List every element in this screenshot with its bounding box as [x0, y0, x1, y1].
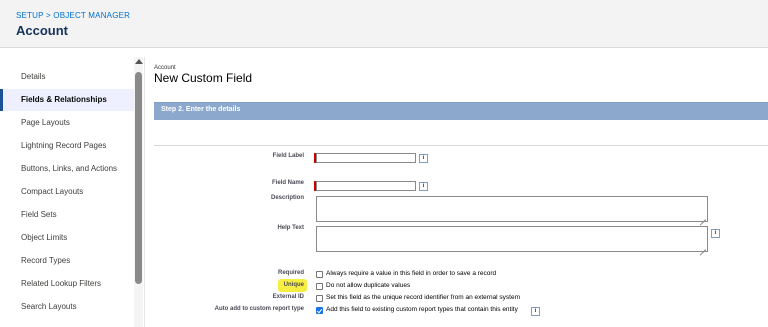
sidebar-item-field-sets[interactable]: Field Sets [0, 204, 134, 226]
external-id-label: External ID [272, 294, 304, 300]
external-id-option-text: Set this field as the unique record iden… [326, 294, 521, 301]
field-label-input[interactable] [316, 153, 416, 163]
info-icon[interactable]: i [419, 182, 428, 191]
info-icon[interactable]: i [531, 307, 540, 316]
breadcrumb: SETUP > OBJECT MANAGER [16, 11, 130, 20]
section-divider [154, 145, 768, 146]
auto-add-report-type-option-text: Add this field to existing custom report… [326, 306, 518, 313]
sidebar-item-details[interactable]: Details [0, 66, 134, 88]
field-name-label: Field Name [271, 180, 304, 186]
breadcrumb-object-manager-link[interactable]: OBJECT MANAGER [53, 11, 130, 20]
sidebar-item-page-layouts[interactable]: Page Layouts [0, 112, 134, 134]
sidebar-item-record-types[interactable]: Record Types [0, 250, 134, 272]
resize-handle-icon[interactable] [699, 213, 706, 220]
sidebar-item-related-lookup-filters[interactable]: Related Lookup Filters [0, 273, 134, 295]
sidebar-scrollbar-thumb[interactable] [135, 72, 142, 284]
field-label-label: Field Label [272, 153, 304, 159]
unique-option-text: Do not allow duplicate values [326, 282, 411, 289]
page-title: New Custom Field [154, 71, 253, 85]
help-text-textarea[interactable] [316, 226, 708, 252]
required-label: Required [277, 270, 304, 276]
resize-handle-icon[interactable] [699, 243, 706, 250]
unique-checkbox[interactable] [316, 283, 323, 290]
step-header-bar [154, 102, 768, 120]
sidebar-item-object-limits[interactable]: Object Limits [0, 227, 134, 249]
main-content [147, 57, 768, 327]
description-label: Description [270, 195, 304, 201]
field-name-input[interactable] [316, 181, 416, 191]
auto-add-report-type-label: Auto add to custom report type [214, 306, 304, 312]
sidebar-item-compact-layouts[interactable]: Compact Layouts [0, 181, 134, 203]
sidebar: Details Fields & Relationships Page Layo… [0, 57, 145, 327]
external-id-checkbox[interactable] [316, 295, 323, 302]
scroll-up-arrow-icon[interactable] [135, 59, 143, 64]
unique-label: Unique [283, 282, 304, 288]
auto-add-report-type-checkbox[interactable] [316, 307, 323, 314]
help-text-label: Help Text [277, 225, 304, 231]
sidebar-item-search-layouts[interactable]: Search Layouts [0, 296, 134, 318]
sidebar-item-lightning-record-pages[interactable]: Lightning Record Pages [0, 135, 134, 157]
sidebar-item-fields-relationships[interactable]: Fields & Relationships [0, 89, 134, 111]
object-title: Account [16, 23, 68, 38]
required-option-text: Always require a value in this field in … [326, 270, 497, 277]
info-icon[interactable]: i [419, 154, 428, 163]
sidebar-item-buttons-links-actions[interactable]: Buttons, Links, and Actions [0, 158, 134, 180]
description-textarea[interactable] [316, 196, 708, 222]
step-title: Step 2. Enter the details [161, 106, 241, 113]
page-header [0, 0, 768, 48]
required-checkbox[interactable] [316, 271, 323, 278]
breadcrumb-setup-link[interactable]: SETUP [16, 11, 44, 20]
info-icon[interactable]: i [711, 229, 720, 238]
